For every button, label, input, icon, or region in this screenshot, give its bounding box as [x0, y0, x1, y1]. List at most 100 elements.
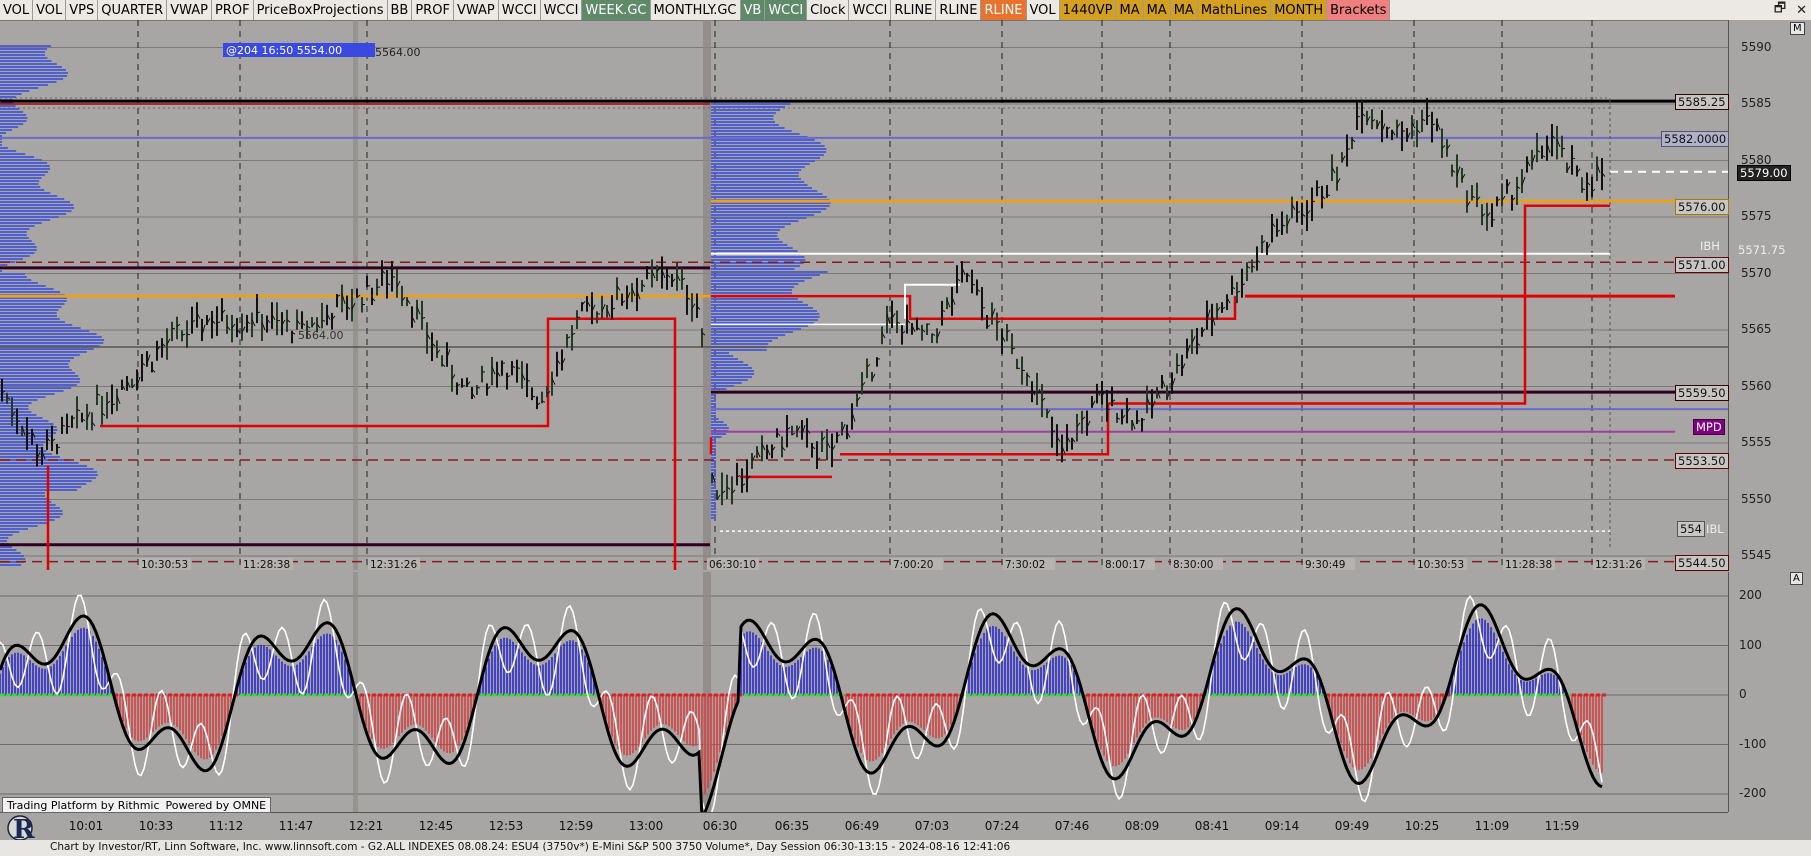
- zero-dot: [1260, 693, 1264, 697]
- inline-time-text: 8:30:00: [1173, 559, 1213, 570]
- toolbar-button-clock[interactable]: Clock: [807, 0, 850, 20]
- close-icon[interactable]: ✕: [1796, 3, 1807, 18]
- toolbar-button-vol[interactable]: VOL: [0, 0, 34, 20]
- volume-profile-bar: [0, 480, 92, 482]
- price-axis[interactable]: 5590 5585 5580 5575 5570 5565 5560 5555 5550 5545: [1728, 20, 1811, 570]
- price-label-ibh: IBH: [1700, 239, 1720, 254]
- zero-dot: [570, 693, 574, 697]
- toolbar-button-vwap[interactable]: VWAP: [453, 0, 499, 20]
- price-label-ibl: IBL: [1706, 521, 1724, 536]
- volume-profile-bar: [711, 211, 821, 213]
- toolbar-button-wcci[interactable]: WCCI: [765, 0, 808, 20]
- volume-profile-bar: [0, 507, 60, 509]
- volume-profile-bar: [0, 174, 45, 176]
- toolbar-button-ma[interactable]: MA: [1143, 0, 1171, 20]
- volume-profile-bar: [0, 270, 2, 272]
- volume-profile-bar: [711, 238, 780, 240]
- zero-dot: [1092, 693, 1096, 697]
- volume-profile-bar: [711, 505, 716, 507]
- zero-dot: [1236, 693, 1240, 697]
- zero-dot: [540, 693, 544, 697]
- volume-profile-bar: [0, 528, 28, 530]
- volume-profile-bar: [711, 487, 716, 489]
- volume-profile-bar: [711, 118, 774, 120]
- osc-axis-marker[interactable]: A: [1790, 572, 1803, 585]
- price-bar-tick: [186, 333, 191, 336]
- zero-dot: [642, 693, 646, 697]
- toolbar-button-wcci[interactable]: WCCI: [540, 0, 583, 20]
- toolbar-button-prof[interactable]: PROF: [211, 0, 254, 20]
- zero-dot: [522, 693, 526, 697]
- top-tag-value: 5564.00: [375, 46, 421, 59]
- time-label: 08:41: [1194, 819, 1230, 833]
- zero-dot: [1338, 693, 1342, 697]
- toolbar-button-priceboxprojections[interactable]: PriceBoxProjections: [253, 0, 388, 20]
- price-chart[interactable]: @204 16:50 5554.00 5564.00 5564.00 10:30:53…: [0, 20, 1728, 570]
- toolbar-button-mathlines[interactable]: MathLines: [1197, 0, 1272, 20]
- volume-profile-bar: [711, 301, 803, 303]
- volume-profile-bar: [711, 226, 785, 228]
- restore-icon[interactable]: 🗗: [1774, 0, 1786, 21]
- volume-profile-bar: [0, 342, 104, 344]
- zero-dot: [1476, 693, 1480, 697]
- price-bar-tick: [1136, 420, 1141, 422]
- zero-dot: [1284, 693, 1288, 697]
- volume-profile-bar: [711, 175, 799, 177]
- zero-dot: [714, 693, 718, 697]
- zero-dot: [846, 693, 850, 697]
- toolbar-button-vol[interactable]: VOL: [1026, 0, 1060, 20]
- volume-profile-bar: [711, 112, 777, 114]
- zero-dot: [624, 693, 628, 697]
- zero-dot: [258, 693, 262, 697]
- toolbar-button-prof[interactable]: PROF: [412, 0, 454, 20]
- toolbar-button-rline[interactable]: RLINE: [981, 0, 1027, 20]
- toolbar-button-bb[interactable]: BB: [387, 0, 413, 20]
- zero-dot: [966, 693, 970, 697]
- main-axis-marker[interactable]: M: [1790, 22, 1805, 35]
- volume-profile-bar: [0, 351, 87, 353]
- toolbar-button-vb[interactable]: VB: [740, 0, 766, 20]
- toolbar-button-1440vp[interactable]: 1440VP: [1059, 0, 1117, 20]
- zero-dot: [318, 693, 322, 697]
- toolbar-button-rline[interactable]: RLINE: [891, 0, 937, 20]
- oscillator-chart[interactable]: [0, 572, 1728, 812]
- toolbar-button-vwap[interactable]: VWAP: [167, 0, 212, 20]
- volume-profile-bar: [711, 223, 791, 225]
- volume-profile-bar: [0, 360, 71, 362]
- zero-dot: [1506, 693, 1510, 697]
- zero-dot: [918, 693, 922, 697]
- toolbar-button-vol[interactable]: VOL: [33, 0, 67, 20]
- window-controls: 🗗 ✕: [1774, 0, 1807, 20]
- toolbar-button-brackets[interactable]: Brackets: [1327, 0, 1391, 20]
- volume-profile-bar: [711, 337, 779, 339]
- zero-dot: [240, 693, 244, 697]
- volume-profile-bar: [711, 184, 808, 186]
- volume-profile-bar: [0, 414, 37, 416]
- zero-dot: [222, 693, 226, 697]
- volume-profile-bar: [711, 307, 813, 309]
- price-label-p554x: 554: [1677, 520, 1705, 537]
- toolbar-button-monthly-gc[interactable]: MONTHLY.GC: [650, 0, 741, 20]
- oscillator-axis[interactable]: 200 100 0 -100 -200: [1728, 572, 1811, 812]
- zero-dot: [288, 693, 292, 697]
- toolbar-button-rline[interactable]: RLINE: [936, 0, 982, 20]
- zero-dot: [312, 693, 316, 697]
- toolbar-button-wcci[interactable]: WCCI: [498, 0, 541, 20]
- zero-dot: [1482, 693, 1486, 697]
- toolbar-button-vps[interactable]: VPS: [66, 0, 99, 20]
- toolbar-button-quarter[interactable]: QUARTER: [98, 0, 168, 20]
- toolbar-button-ma[interactable]: MA: [1170, 0, 1198, 20]
- toolbar-button-ma[interactable]: MA: [1116, 0, 1144, 20]
- time-axis[interactable]: 10:01 10:33 11:12 11:47 12:21 12:45 12:53 12:59…: [0, 812, 1728, 841]
- toolbar-button-month[interactable]: MONTH: [1271, 0, 1328, 20]
- toolbar-button-week-gc[interactable]: WEEK.GC: [582, 0, 651, 20]
- volume-profile-bar: [711, 349, 767, 351]
- inline-time-text: 7:00:20: [893, 559, 933, 570]
- zero-dot: [996, 693, 1000, 697]
- volume-profile-bar: [0, 273, 26, 275]
- toolbar-button-wcci[interactable]: WCCI: [849, 0, 892, 20]
- zero-dot: [1440, 693, 1444, 697]
- volume-profile-bar: [0, 183, 39, 185]
- volume-profile-bar: [0, 486, 82, 488]
- time-label: 06:35: [774, 819, 810, 833]
